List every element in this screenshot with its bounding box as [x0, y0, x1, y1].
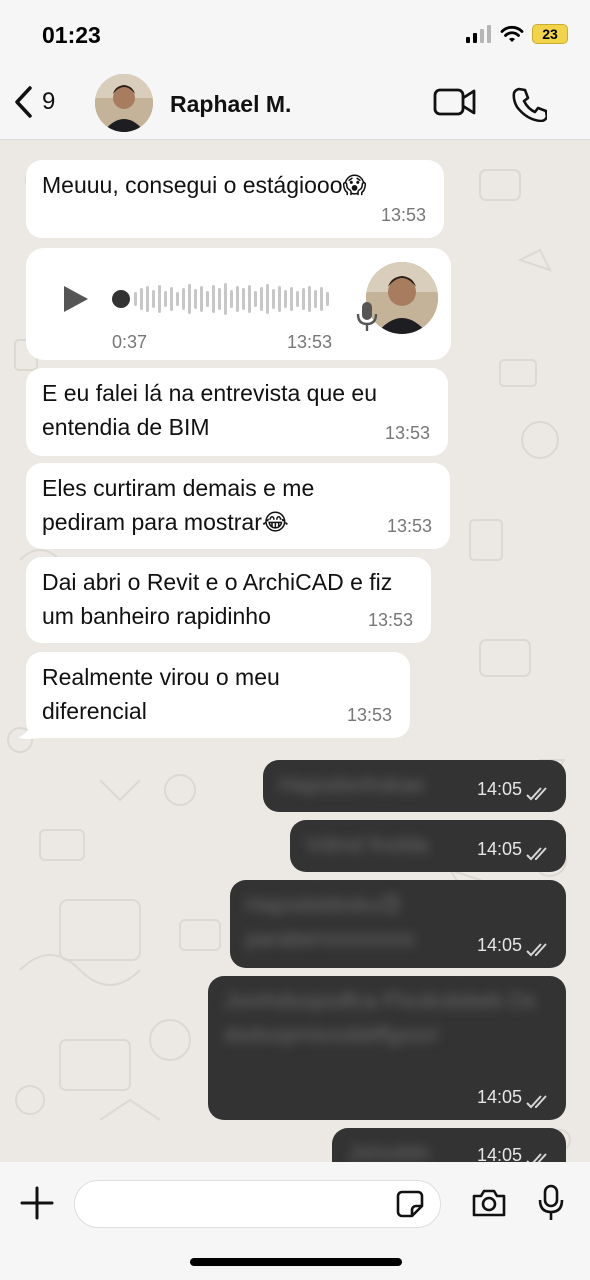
status-time: 01:23: [42, 22, 101, 48]
message-time: 14:05: [476, 1087, 522, 1107]
back-button[interactable]: 9: [12, 84, 55, 120]
phone-icon: [512, 87, 549, 123]
voice-mic-badge: [356, 300, 378, 339]
microphone-icon: [356, 302, 378, 331]
voice-call-button[interactable]: [511, 86, 549, 127]
wifi-icon: [500, 25, 524, 42]
unread-count: 9: [42, 88, 56, 115]
message-input[interactable]: [91, 1181, 391, 1227]
read-receipt-icon: [526, 787, 547, 801]
playback-position-handle[interactable]: [112, 290, 130, 308]
avatar-photo: [95, 74, 153, 132]
message-time: 13:53: [346, 705, 392, 725]
message-text: E eu falei lá na entrevista que eu enten…: [42, 380, 378, 440]
message-bubble[interactable]: Vdmd fnslda 14:05: [290, 820, 566, 872]
microphone-icon: [538, 1184, 564, 1220]
plus-icon: [20, 1186, 54, 1220]
message-time: 13:53: [367, 610, 413, 630]
audio-waveform[interactable]: [134, 282, 334, 316]
attach-button[interactable]: [20, 1186, 54, 1225]
contact-name[interactable]: Raphael M.: [170, 91, 291, 118]
video-camera-icon: [433, 88, 476, 116]
message-bubble[interactable]: Dai abri o Revit e o ArchiCAD e fiz um b…: [26, 557, 431, 643]
message-text: Meuuu, consegui o estágiooo😱: [42, 172, 367, 198]
camera-icon: [472, 1189, 506, 1217]
message-bubble[interactable]: Meuuu, consegui o estágiooo😱 13:53: [26, 160, 444, 238]
message-bubble[interactable]: Eles curtiram demais e me pediram para m…: [26, 463, 450, 549]
sticker-icon: [396, 1190, 424, 1218]
message-time: 14:05: [476, 779, 522, 799]
message-bubble[interactable]: Jsmhdsopsdfca Fhcdcdsbeb Dsdsdsopmisssbb…: [208, 976, 566, 1120]
message-time: 13:53: [287, 332, 333, 352]
read-receipt-icon: [526, 847, 547, 861]
message-bubble[interactable]: Hapsdsnhskao 14:05: [263, 760, 566, 812]
record-audio-button[interactable]: [538, 1184, 564, 1227]
message-text: Dai abri o Revit e o ArchiCAD e fiz um b…: [42, 569, 393, 629]
voice-duration: 0:37: [112, 332, 148, 352]
play-button[interactable]: [62, 284, 90, 319]
message-time: 13:53: [380, 205, 426, 225]
message-text: Jsmhdsopsdfca Fhcdcdsbeb Dsdsdsopmisssbb…: [224, 988, 536, 1047]
chat-header: 9 Raphael M.: [0, 70, 590, 140]
sticker-button[interactable]: [396, 1190, 424, 1223]
home-indicator: [190, 1258, 402, 1266]
message-input-container[interactable]: [74, 1180, 441, 1228]
message-text: Eles curtiram demais e me pediram para m…: [42, 475, 315, 535]
play-icon: [64, 286, 88, 312]
chevron-left-icon: [15, 86, 32, 118]
message-time: 14:05: [476, 839, 522, 859]
message-time: 14:05: [476, 935, 522, 955]
contact-avatar[interactable]: [95, 74, 153, 132]
message-time: 13:53: [384, 423, 430, 443]
camera-button[interactable]: [471, 1188, 507, 1223]
status-icons: 23: [466, 24, 568, 44]
cellular-signal-icon: [466, 25, 491, 43]
message-text: Realmente virou o meu diferencial: [42, 664, 280, 724]
voice-message[interactable]: 0:37 13:53: [26, 248, 451, 360]
message-time: 13:53: [386, 516, 432, 536]
read-receipt-icon: [526, 1095, 547, 1109]
read-receipt-icon: [526, 943, 547, 957]
message-bubble[interactable]: Hapsdsbbsku😍 parabenssssssss 14:05: [230, 880, 566, 968]
message-bubble[interactable]: E eu falei lá na entrevista que eu enten…: [26, 368, 448, 456]
message-bubble[interactable]: Realmente virou o meu diferencial 13:53: [26, 652, 410, 738]
message-text: Hapsdsbbsku😍 parabenssssssss: [246, 892, 415, 951]
status-bar: 01:23 23: [0, 0, 590, 70]
battery-indicator: 23: [532, 24, 568, 44]
bubble-tail: [18, 722, 40, 739]
video-call-button[interactable]: [433, 86, 477, 123]
